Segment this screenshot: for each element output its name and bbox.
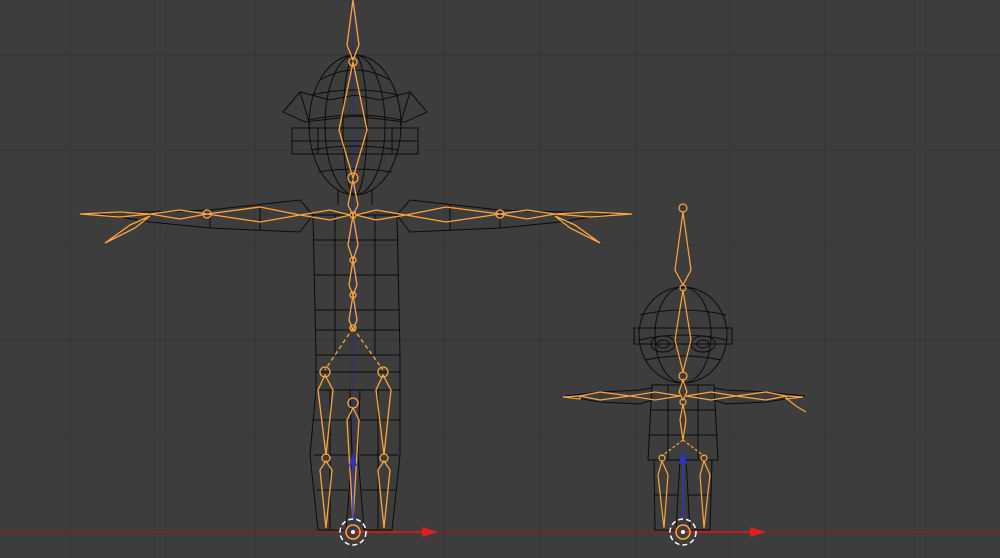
small-character-mesh[interactable] — [564, 286, 806, 531]
z-axis-arrow-small — [679, 450, 687, 520]
large-character-armature[interactable] — [79, 0, 633, 529]
viewport-grid — [0, 0, 1000, 558]
viewport-canvas[interactable] — [0, 0, 1000, 558]
3d-viewport[interactable] — [0, 0, 1000, 558]
small-character-armature[interactable] — [562, 203, 807, 529]
